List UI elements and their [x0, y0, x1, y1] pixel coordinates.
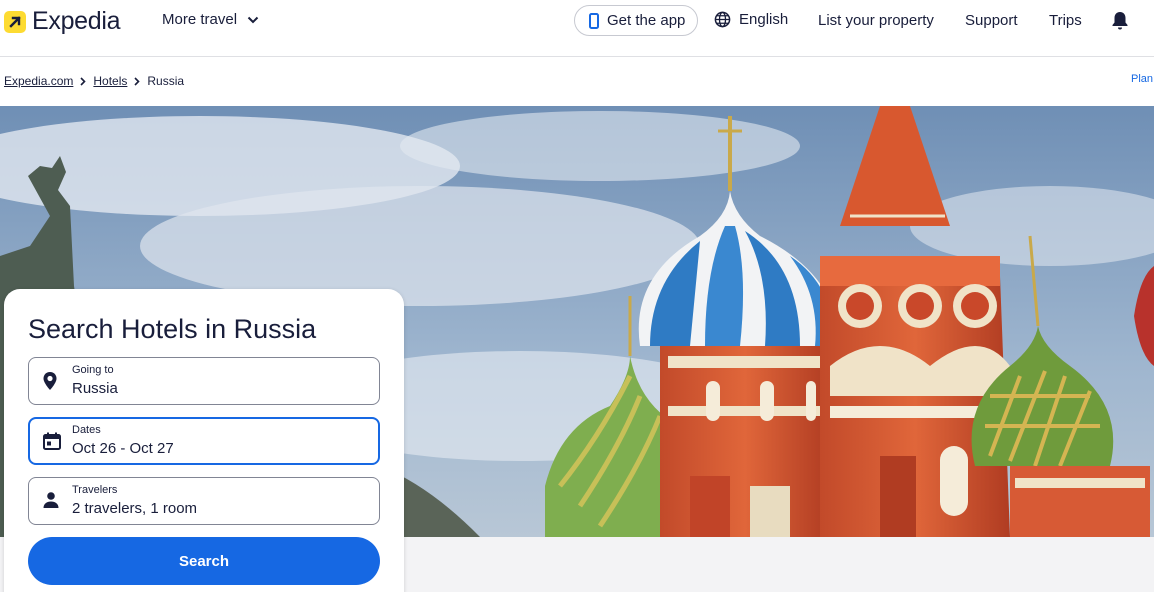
dates-label: Dates — [72, 424, 101, 436]
plan-link[interactable]: Plan — [1131, 73, 1153, 85]
top-header: Expedia More travel Get the app English … — [0, 0, 1154, 57]
trips-link[interactable]: Trips — [1049, 12, 1082, 29]
search-button[interactable]: Search — [28, 537, 380, 585]
notification-bell-icon[interactable] — [1110, 10, 1130, 31]
destination-value: Russia — [72, 380, 118, 397]
hotel-search-card: Search Hotels in Russia Going to Russia … — [4, 289, 404, 592]
language-selector[interactable]: English — [714, 11, 788, 28]
support-link[interactable]: Support — [965, 12, 1018, 29]
destination-field[interactable]: Going to Russia — [28, 357, 380, 405]
language-label: English — [739, 11, 789, 28]
calendar-icon — [42, 431, 62, 451]
chevron-down-icon — [247, 16, 259, 24]
breadcrumb-hotels-link[interactable]: Hotels — [93, 74, 127, 88]
breadcrumb: Expedia.com Hotels Russia — [4, 74, 184, 88]
get-the-app-label: Get the app — [607, 12, 686, 29]
dates-field[interactable]: Dates Oct 26 - Oct 27 — [28, 417, 380, 465]
chevron-right-icon — [80, 76, 87, 86]
more-travel-menu[interactable]: More travel — [162, 11, 259, 28]
travelers-value: 2 travelers, 1 room — [72, 500, 198, 517]
expedia-arrow-icon — [4, 10, 26, 33]
destination-label: Going to — [72, 364, 114, 376]
breadcrumb-expedia-link[interactable]: Expedia.com — [4, 74, 73, 88]
breadcrumb-current: Russia — [147, 74, 185, 88]
brand-name: Expedia — [32, 7, 121, 35]
more-travel-label: More travel — [162, 11, 238, 28]
travelers-field[interactable]: Travelers 2 travelers, 1 room — [28, 477, 380, 525]
list-property-link[interactable]: List your property — [818, 12, 934, 29]
phone-icon — [589, 12, 599, 29]
travelers-label: Travelers — [72, 484, 118, 496]
expedia-logo[interactable]: Expedia — [4, 7, 121, 36]
map-pin-icon — [42, 371, 58, 391]
get-the-app-button[interactable]: Get the app — [574, 5, 698, 36]
search-card-title: Search Hotels in Russia — [28, 314, 317, 344]
chevron-right-icon — [134, 76, 141, 86]
globe-icon — [714, 11, 731, 28]
dates-value: Oct 26 - Oct 27 — [72, 440, 174, 457]
person-icon — [42, 491, 60, 509]
